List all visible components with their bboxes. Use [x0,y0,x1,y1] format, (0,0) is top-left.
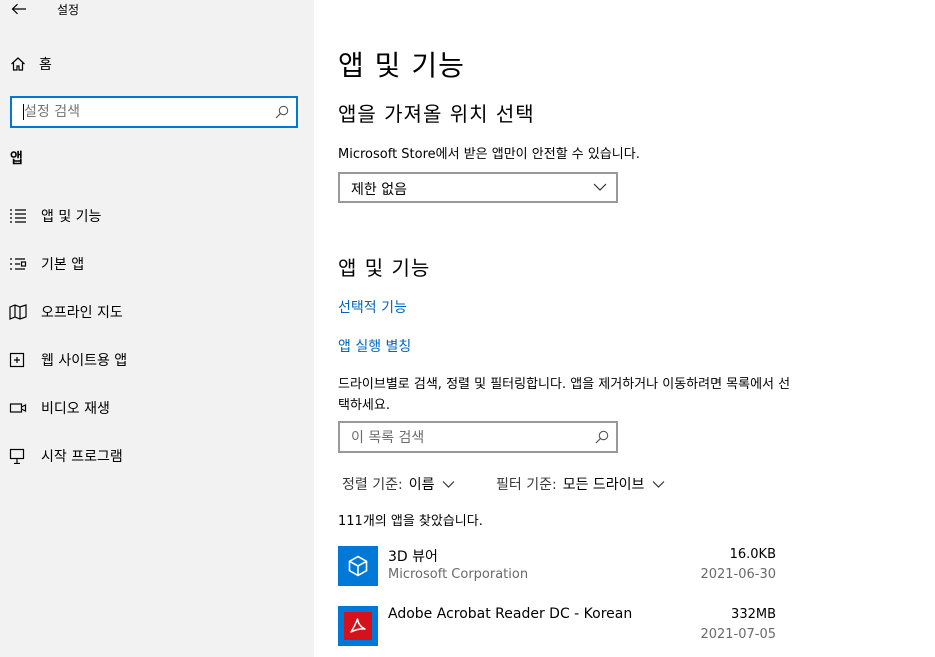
page-title: 앱 및 기능 [338,49,465,82]
sidebar-item-startup[interactable]: 시작 프로그램 [0,440,314,488]
chevron-down-icon [443,480,455,488]
title-bar: 설정 [0,0,314,20]
sidebar-item-label: 앱 및 기능 [41,209,102,225]
sidebar-home-label: 홈 [39,57,52,73]
startup-icon [9,448,25,464]
app-install-date: 2021-06-30 [700,567,776,582]
sidebar-item-label: 오프라인 지도 [41,305,123,321]
settings-search-input[interactable] [24,102,274,122]
acrobat-badge [344,612,372,640]
sidebar: 설정 홈 앱 앱 및 기능 기본 앱 오프라인 지도 웹 사이트용 앱 비디오 … [0,0,314,657]
app-size: 16.0KB [729,547,776,562]
dropdown-value: 제한 없음 [351,182,407,198]
sidebar-item-label: 웹 사이트용 앱 [41,353,128,369]
app-tile [338,606,378,646]
search-icon[interactable] [274,104,290,120]
websites-apps-icon [9,352,25,368]
app-install-date: 2021-07-05 [700,627,776,642]
search-icon[interactable] [594,429,610,445]
app-name: 3D 뷰어 [388,549,438,565]
chevron-down-icon [593,183,607,191]
optional-features-link[interactable]: 선택적 기능 [338,297,407,317]
sidebar-item-label: 기본 앱 [41,257,85,273]
app-list-item[interactable]: 3D 뷰어 Microsoft Corporation 16.0KB 2021-… [338,546,778,598]
sidebar-item-label: 비디오 재생 [41,401,110,417]
app-name: Adobe Acrobat Reader DC - Korean [388,606,633,622]
app-tile [338,546,378,586]
app-list-item[interactable]: Adobe Acrobat Reader DC - Korean 332MB 2… [338,606,778,657]
3d-viewer-icon [348,555,368,577]
app-publisher: Microsoft Corporation [388,567,529,582]
filter-by-key: 필터 기준: [496,477,557,493]
install-source-description: Microsoft Store에서 받은 앱만이 안전할 수 있습니다. [338,147,640,162]
filter-by-value: 모든 드라이브 [562,477,645,493]
back-arrow-icon [11,3,26,15]
settings-search-box[interactable] [10,96,298,128]
apps-description: 드라이브별로 검색, 정렬 및 필터링합니다. 앱을 제거하거나 이동하려면 목… [338,377,791,413]
app-size: 332MB [731,607,776,622]
sort-by-control[interactable]: 정렬 기준: 이름 [342,474,455,494]
default-apps-icon [10,258,27,270]
sidebar-section-title: 앱 [10,151,23,167]
home-icon [11,57,25,71]
app-count: 111개의 앱을 찾았습니다. [338,514,483,529]
sort-by-key: 정렬 기준: [342,477,403,493]
sidebar-item-default-apps[interactable]: 기본 앱 [0,248,314,296]
apps-section-heading: 앱 및 기능 [338,256,431,280]
apps-features-icon [10,209,26,223]
window-title: 설정 [57,3,80,17]
sort-by-value: 이름 [408,477,435,493]
main-content: 앱 및 기능 앱을 가져올 위치 선택 Microsoft Store에서 받은… [338,0,935,657]
sidebar-item-video-playback[interactable]: 비디오 재생 [0,392,314,440]
app-list-search-box[interactable] [338,421,618,453]
sidebar-item-websites-apps[interactable]: 웹 사이트용 앱 [0,344,314,392]
offline-maps-icon [9,304,27,320]
filter-by-control[interactable]: 필터 기준: 모든 드라이브 [496,474,665,494]
app-execution-aliases-link[interactable]: 앱 실행 별칭 [338,336,411,356]
install-source-heading: 앱을 가져올 위치 선택 [338,102,535,126]
sidebar-item-offline-maps[interactable]: 오프라인 지도 [0,296,314,344]
sidebar-nav: 앱 및 기능 기본 앱 오프라인 지도 웹 사이트용 앱 비디오 재생 시작 프… [0,200,314,488]
app-list-search-input[interactable] [351,428,591,448]
acrobat-icon [350,618,366,633]
sidebar-item-apps-features[interactable]: 앱 및 기능 [0,200,314,248]
sidebar-item-label: 시작 프로그램 [41,449,123,465]
sidebar-home[interactable]: 홈 [10,52,52,76]
video-playback-icon [9,403,27,413]
back-button[interactable] [8,0,30,18]
install-source-dropdown[interactable]: 제한 없음 [338,172,618,203]
chevron-down-icon [652,480,665,488]
